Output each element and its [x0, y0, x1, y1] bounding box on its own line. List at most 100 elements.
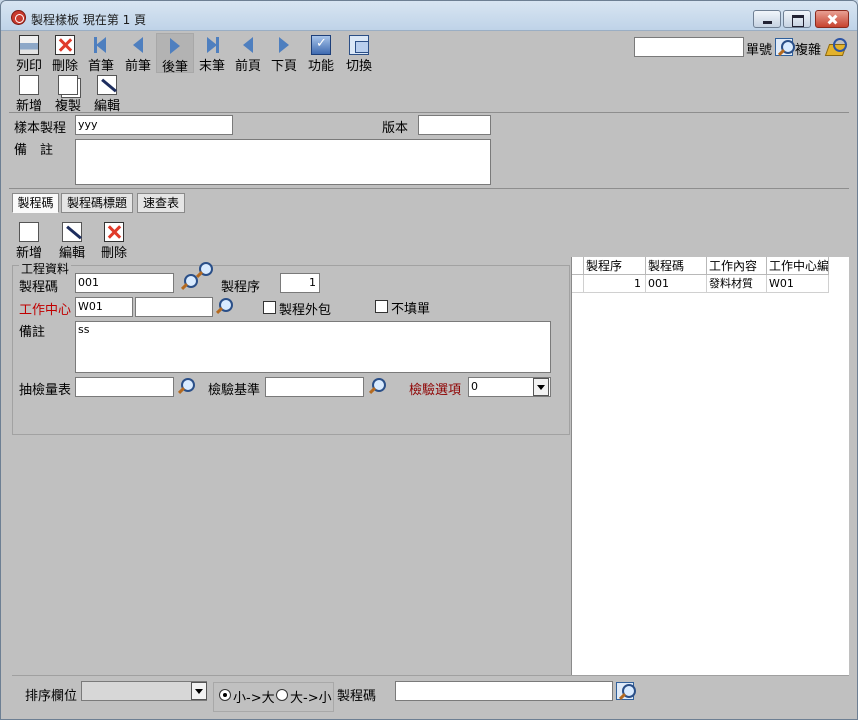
- window-title: 製程樣板 現在第 1 頁: [31, 13, 147, 27]
- column-header-process-code[interactable]: 製程碼: [646, 257, 707, 275]
- title-bar: 製程樣板 現在第 1 頁: [1, 1, 857, 31]
- header-note-textarea[interactable]: [75, 139, 491, 185]
- tab-process-code[interactable]: 製程碼: [12, 193, 59, 213]
- form-note-textarea[interactable]: ss: [75, 321, 551, 373]
- edit-icon: [62, 222, 82, 242]
- tab-process-code-title[interactable]: 製程碼標題: [61, 193, 133, 213]
- template-input[interactable]: yyy: [75, 115, 233, 135]
- sampling-lookup-icon[interactable]: [177, 378, 195, 394]
- template-label: 樣本製程: [14, 121, 67, 136]
- previous-page-button[interactable]: 前頁: [228, 33, 268, 74]
- inspection-option-label: 檢驗選項: [409, 383, 462, 398]
- column-header-work-center[interactable]: 工作中心編: [767, 257, 829, 275]
- process-code-label: 製程碼: [19, 280, 59, 295]
- dropdown-arrow-icon[interactable]: [533, 378, 549, 396]
- header-separator: [9, 188, 849, 189]
- process-code-lookup-icon-2[interactable]: [195, 262, 213, 278]
- sampling-input[interactable]: [75, 377, 174, 397]
- row-indicator-cell[interactable]: [572, 275, 584, 293]
- complex-search-icon[interactable]: [825, 38, 847, 56]
- detail-delete-button[interactable]: 刪除: [96, 220, 132, 261]
- detail-new-label: 新增: [15, 246, 42, 261]
- column-header-sequence[interactable]: 製程序: [584, 257, 646, 275]
- detail-edit-label: 編輯: [58, 246, 85, 261]
- sequence-input[interactable]: 1: [280, 273, 320, 293]
- version-label: 版本: [382, 121, 409, 136]
- previous-page-label: 前頁: [234, 59, 261, 74]
- new-document-icon: [19, 75, 39, 95]
- ascending-label: 小->大: [233, 691, 275, 706]
- bottom-search-icon[interactable]: [616, 682, 636, 700]
- next-record-label: 後筆: [161, 60, 188, 75]
- next-record-button[interactable]: 後筆: [156, 33, 194, 75]
- column-header-work-content[interactable]: 工作內容: [707, 257, 767, 275]
- table-cell[interactable]: 001: [646, 275, 707, 293]
- switch-button[interactable]: 切換: [339, 33, 379, 74]
- function-icon: [311, 35, 331, 55]
- outsource-label: 製程外包: [279, 303, 332, 318]
- no-fill-checkbox[interactable]: [375, 300, 388, 313]
- detail-new-button[interactable]: 新增: [11, 220, 47, 261]
- copy-button[interactable]: 複製: [48, 73, 88, 114]
- sort-field-select[interactable]: [81, 681, 207, 701]
- new-document-icon: [19, 222, 39, 242]
- print-label: 列印: [15, 59, 42, 74]
- first-record-label: 首筆: [87, 59, 114, 74]
- print-button[interactable]: 列印: [9, 33, 49, 74]
- bottom-search-label: 製程碼: [337, 689, 377, 704]
- process-code-input[interactable]: 001: [75, 273, 174, 293]
- switch-icon: [349, 35, 369, 55]
- work-center-input[interactable]: W01: [75, 297, 133, 317]
- next-page-button[interactable]: 下頁: [264, 33, 304, 74]
- previous-record-icon: [133, 37, 143, 53]
- search-icon[interactable]: [775, 38, 795, 56]
- app-icon: [11, 10, 26, 25]
- printer-icon: [19, 35, 39, 55]
- row-header-cell: [572, 257, 584, 275]
- process-code-lookup-icon[interactable]: [180, 274, 198, 290]
- toolbar-separator: [9, 112, 849, 113]
- delete-icon: [55, 35, 75, 55]
- inspection-label: 檢驗基準: [208, 383, 261, 398]
- switch-label: 切換: [345, 59, 372, 74]
- work-center-lookup-icon[interactable]: [215, 298, 233, 314]
- table-cell[interactable]: 1: [584, 275, 646, 293]
- last-record-button[interactable]: 末筆: [192, 33, 232, 74]
- sort-field-label: 排序欄位: [25, 689, 78, 704]
- previous-record-label: 前筆: [124, 59, 151, 74]
- detail-delete-label: 刪除: [100, 246, 127, 261]
- edit-button[interactable]: 編輯: [87, 73, 127, 114]
- previous-page-icon: [243, 37, 253, 53]
- bottom-search-input[interactable]: [395, 681, 613, 701]
- sequence-label: 製程序: [221, 280, 261, 295]
- delete-button[interactable]: 刪除: [45, 33, 85, 74]
- document-number-search-input[interactable]: [634, 37, 744, 57]
- no-fill-label: 不填單: [391, 302, 431, 317]
- function-button[interactable]: 功能: [301, 33, 341, 74]
- new-button[interactable]: 新增: [9, 73, 49, 114]
- detail-edit-button[interactable]: 編輯: [54, 220, 90, 261]
- inspection-input[interactable]: [265, 377, 364, 397]
- table-cell[interactable]: W01: [767, 275, 829, 293]
- close-button[interactable]: [815, 10, 849, 28]
- minimize-button[interactable]: [753, 10, 781, 28]
- ascending-radio[interactable]: [219, 689, 231, 701]
- application-window: 製程樣板 現在第 1 頁 列印 刪除 首筆 前筆 後筆 末筆 前頁 下頁 ✓ 功…: [0, 0, 858, 720]
- descending-radio[interactable]: [276, 689, 288, 701]
- last-record-label: 末筆: [198, 59, 225, 74]
- tab-quick-lookup[interactable]: 速查表: [137, 193, 185, 213]
- edit-icon: [97, 75, 117, 95]
- next-page-icon: [279, 37, 289, 53]
- outsource-checkbox[interactable]: [263, 301, 276, 314]
- complex-search-label: 複雜: [795, 43, 822, 58]
- descending-label: 大->小: [290, 691, 332, 706]
- previous-record-button[interactable]: 前筆: [118, 33, 158, 74]
- first-record-button[interactable]: 首筆: [81, 33, 121, 74]
- inspection-lookup-icon[interactable]: [368, 378, 386, 394]
- maximize-button[interactable]: [783, 10, 811, 28]
- sort-dropdown-arrow-icon[interactable]: [191, 682, 207, 700]
- function-label: 功能: [307, 59, 334, 74]
- engineering-data-title: 工程資料: [19, 260, 72, 277]
- table-cell[interactable]: 發料材質: [707, 275, 767, 293]
- version-input[interactable]: [418, 115, 491, 135]
